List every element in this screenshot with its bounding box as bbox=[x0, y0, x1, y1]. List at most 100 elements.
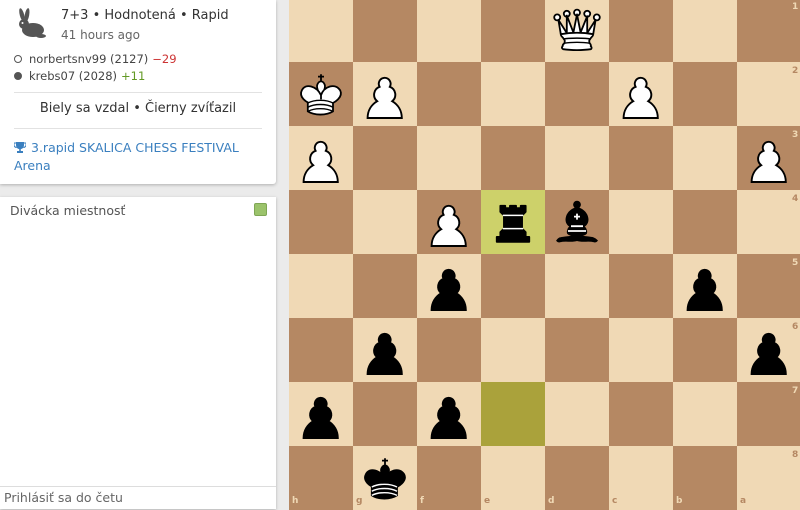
square-f6[interactable] bbox=[417, 318, 481, 382]
square-b4[interactable] bbox=[673, 190, 737, 254]
square-a7[interactable] bbox=[737, 382, 800, 446]
square-d1[interactable] bbox=[545, 0, 609, 62]
square-d4[interactable] bbox=[545, 190, 609, 254]
game-result-status: Biely sa vzdal • Čierny zvíťazil bbox=[39, 101, 237, 116]
square-h5[interactable] bbox=[289, 254, 353, 318]
rank-label: 6 bbox=[792, 322, 799, 332]
rabbit-icon bbox=[19, 8, 46, 38]
square-g8[interactable] bbox=[353, 446, 417, 510]
square-e6[interactable] bbox=[481, 318, 545, 382]
square-d3[interactable] bbox=[545, 126, 609, 190]
tournament-link[interactable]: 3.rapid SKALICA CHESS FESTIVAL Arena bbox=[14, 139, 264, 175]
rank-label: 3 bbox=[792, 130, 799, 140]
square-c5[interactable] bbox=[609, 254, 673, 318]
chat-input[interactable]: Prihlásiť sa do četu bbox=[0, 486, 276, 509]
player-black-name[interactable]: krebs07 (2028) bbox=[29, 69, 117, 83]
square-a8[interactable] bbox=[737, 446, 800, 510]
square-a1[interactable] bbox=[737, 0, 800, 62]
rank-label: 7 bbox=[792, 386, 799, 396]
rank-label: 4 bbox=[792, 194, 799, 204]
square-b6[interactable] bbox=[673, 318, 737, 382]
square-f2[interactable] bbox=[417, 62, 481, 126]
square-c6[interactable] bbox=[609, 318, 673, 382]
square-e2[interactable] bbox=[481, 62, 545, 126]
square-h2[interactable] bbox=[289, 62, 353, 126]
square-e4[interactable] bbox=[481, 190, 545, 254]
white-dot-icon bbox=[14, 54, 22, 63]
square-a2[interactable] bbox=[737, 62, 800, 126]
square-g4[interactable] bbox=[353, 190, 417, 254]
chat-title: Divácka miestnosť bbox=[10, 203, 126, 218]
square-d7[interactable] bbox=[545, 382, 609, 446]
file-label: g bbox=[356, 496, 363, 506]
square-a4[interactable] bbox=[737, 190, 800, 254]
square-b7[interactable] bbox=[673, 382, 737, 446]
trophy-icon bbox=[14, 142, 26, 153]
square-f4[interactable] bbox=[417, 190, 481, 254]
square-g1[interactable] bbox=[353, 0, 417, 62]
square-g5[interactable] bbox=[353, 254, 417, 318]
square-c4[interactable] bbox=[609, 190, 673, 254]
file-label: a bbox=[740, 496, 747, 506]
tournament-name[interactable]: 3.rapid SKALICA CHESS FESTIVAL Arena bbox=[14, 140, 239, 173]
black-dot-icon bbox=[14, 71, 22, 80]
square-h8[interactable] bbox=[289, 446, 353, 510]
player-white-rating-diff: −29 bbox=[152, 51, 177, 66]
square-h7[interactable] bbox=[289, 382, 353, 446]
square-b2[interactable] bbox=[673, 62, 737, 126]
player-white[interactable]: norbertsnv99 (2127) −29 bbox=[14, 50, 177, 67]
square-d6[interactable] bbox=[545, 318, 609, 382]
game-info-card: 7+3 • Hodnotená • Rapid 41 hours ago nor… bbox=[0, 0, 276, 184]
square-a6[interactable] bbox=[737, 318, 800, 382]
file-label: c bbox=[612, 496, 618, 506]
square-e7[interactable] bbox=[481, 382, 545, 446]
square-e5[interactable] bbox=[481, 254, 545, 318]
square-f3[interactable] bbox=[417, 126, 481, 190]
game-time-ago: 41 hours ago bbox=[61, 28, 140, 42]
rank-label: 8 bbox=[792, 450, 799, 460]
square-b5[interactable] bbox=[673, 254, 737, 318]
square-b1[interactable] bbox=[673, 0, 737, 62]
player-black[interactable]: krebs07 (2028) +11 bbox=[14, 67, 177, 84]
square-c1[interactable] bbox=[609, 0, 673, 62]
file-label: d bbox=[548, 496, 555, 506]
file-label: h bbox=[292, 496, 299, 506]
player-black-rating-diff: +11 bbox=[121, 68, 146, 83]
square-f1[interactable] bbox=[417, 0, 481, 62]
square-d2[interactable] bbox=[545, 62, 609, 126]
square-g7[interactable] bbox=[353, 382, 417, 446]
square-h4[interactable] bbox=[289, 190, 353, 254]
rank-label: 5 bbox=[792, 258, 799, 268]
chat-toggle-checkbox[interactable] bbox=[254, 203, 267, 216]
square-f8[interactable] bbox=[417, 446, 481, 510]
divider bbox=[14, 92, 262, 93]
square-h1[interactable] bbox=[289, 0, 353, 62]
square-h6[interactable] bbox=[289, 318, 353, 382]
square-g6[interactable] bbox=[353, 318, 417, 382]
square-e1[interactable] bbox=[481, 0, 545, 62]
square-f7[interactable] bbox=[417, 382, 481, 446]
chess-board[interactable]: 1 2 3 4 5 6 7 8 h g f e d c b a bbox=[289, 0, 800, 510]
square-c8[interactable] bbox=[609, 446, 673, 510]
square-c7[interactable] bbox=[609, 382, 673, 446]
square-b3[interactable] bbox=[673, 126, 737, 190]
square-e8[interactable] bbox=[481, 446, 545, 510]
square-a3[interactable] bbox=[737, 126, 800, 190]
square-g3[interactable] bbox=[353, 126, 417, 190]
square-f5[interactable] bbox=[417, 254, 481, 318]
square-h3[interactable] bbox=[289, 126, 353, 190]
chat-panel: Divácka miestnosť Prihlásiť sa do četu bbox=[0, 197, 276, 509]
player-white-name[interactable]: norbertsnv99 (2127) bbox=[29, 52, 148, 66]
square-g2[interactable] bbox=[353, 62, 417, 126]
square-c2[interactable] bbox=[609, 62, 673, 126]
file-label: f bbox=[420, 496, 424, 506]
square-a5[interactable] bbox=[737, 254, 800, 318]
square-d8[interactable] bbox=[545, 446, 609, 510]
file-label: e bbox=[484, 496, 491, 506]
square-d5[interactable] bbox=[545, 254, 609, 318]
divider bbox=[14, 128, 262, 129]
game-title: 7+3 • Hodnotená • Rapid bbox=[61, 8, 229, 23]
square-c3[interactable] bbox=[609, 126, 673, 190]
square-e3[interactable] bbox=[481, 126, 545, 190]
square-b8[interactable] bbox=[673, 446, 737, 510]
